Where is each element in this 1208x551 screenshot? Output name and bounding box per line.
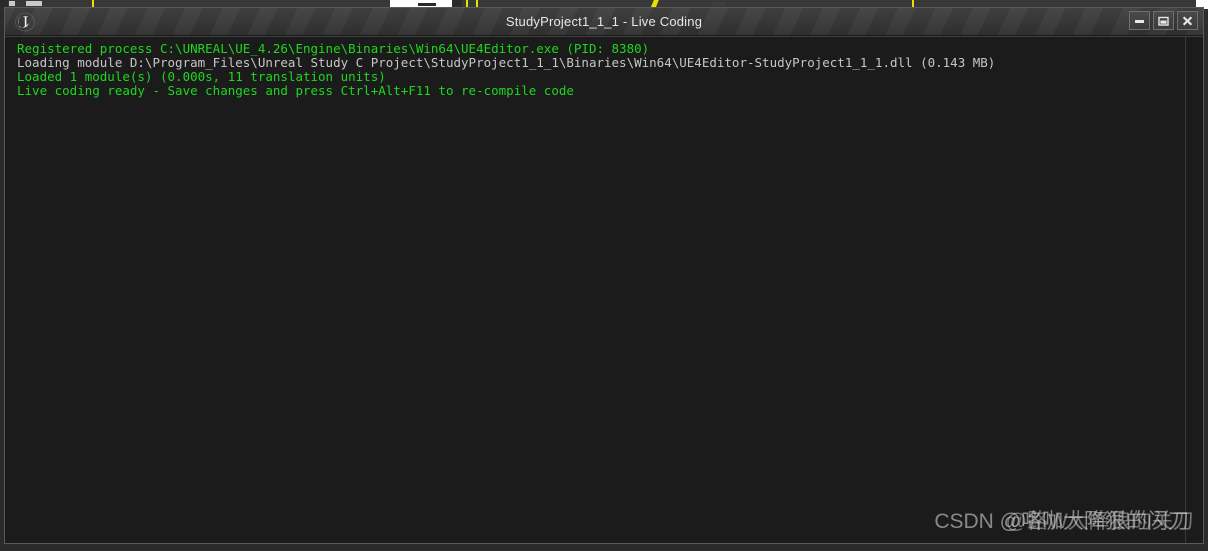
bg-chip (9, 1, 15, 6)
console-output-panel[interactable]: Registered process C:\UNREAL\UE_4.26\Eng… (5, 36, 1203, 543)
log-line: Live coding ready - Save changes and pre… (17, 83, 574, 98)
log-line: Loading module D:\Program_Files\Unreal S… (17, 55, 996, 70)
unreal-engine-logo-icon (12, 10, 38, 33)
minimize-button[interactable] (1129, 11, 1150, 30)
bg-chip (26, 1, 42, 6)
close-icon (1182, 15, 1193, 26)
minimize-icon (1134, 16, 1145, 25)
bg-chip (712, 2, 726, 6)
maximize-icon (1158, 16, 1169, 26)
window-title: StudyProject1_1_1 - Live Coding (505, 14, 703, 29)
window-title-bar[interactable]: StudyProject1_1_1 - Live Coding (5, 8, 1203, 36)
bg-chip (418, 3, 436, 6)
close-button[interactable] (1177, 11, 1198, 30)
console-scrollbar[interactable] (1185, 37, 1203, 543)
live-coding-window: StudyProject1_1_1 - Live Coding Register… (4, 7, 1204, 544)
window-controls (1129, 11, 1198, 30)
log-line: Registered process C:\UNREAL\UE_4.26\Eng… (17, 41, 650, 56)
maximize-button[interactable] (1153, 11, 1174, 30)
console-log-list: Registered process C:\UNREAL\UE_4.26\Eng… (5, 37, 1185, 543)
log-line: Loaded 1 module(s) (0.000s, 11 translati… (17, 69, 386, 84)
